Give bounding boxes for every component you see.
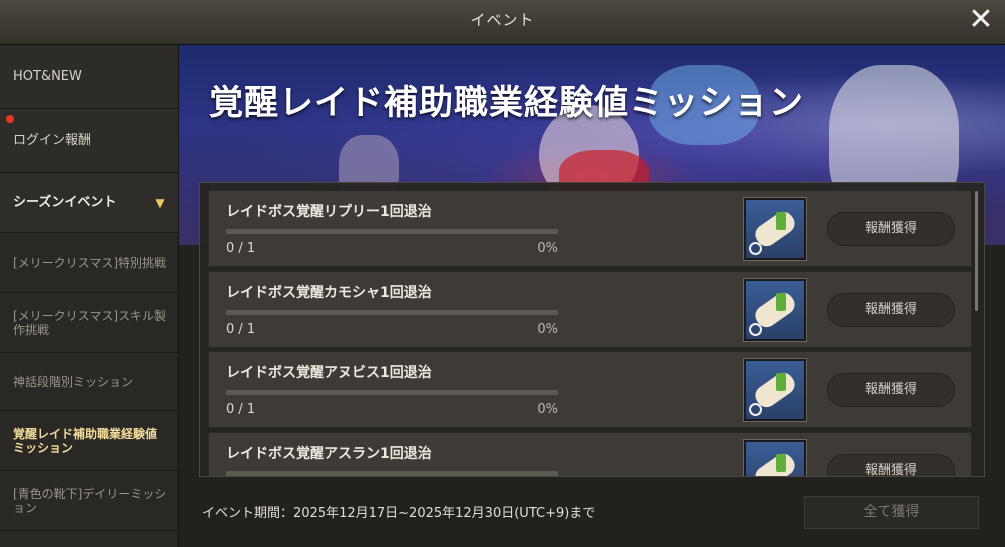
sidebar-item-awakening-raid[interactable]: 覚醒レイド補助職業経験値ミッション [0,411,178,471]
mission-row: レイドボス覚醒リプリー1回退治 0 / 1 0% 報酬獲得 [208,190,972,267]
sidebar-item-login-reward[interactable]: ログイン報酬 [0,109,178,173]
mission-progress-count: 0 / 1 [226,402,256,417]
window-title: イベント [470,11,535,29]
claim-reward-button[interactable]: 報酬獲得 [827,373,955,407]
sidebar-item-xmas-challenge[interactable]: [メリークリスマス]特別挑戦 [0,233,178,293]
sidebar: HOT&NEW ログイン報酬 シーズンイベント ▼ [メリークリスマス]特別挑戦… [0,45,179,547]
scroll-icon[interactable] [743,197,807,261]
close-button[interactable]: ✕ [963,2,999,38]
mission-list-scrollbar[interactable] [975,191,978,311]
sidebar-item-label: [青色の靴下]デイリーミッション [13,486,167,515]
sidebar-item-blue-sock-daily[interactable]: [青色の靴下]デイリーミッション [0,471,178,531]
sidebar-item-hot-new[interactable]: HOT&NEW [0,45,178,109]
mission-title: レイドボス覚醒アヌビス1回退治 [226,365,432,381]
mission-progress-percent: 0% [537,402,558,417]
close-icon: ✕ [968,2,994,37]
clock-icon [749,242,762,255]
event-period: イベント期間：2025年12月17日~2025年12月30日(UTC+9)まで [202,506,596,521]
window-title-bar: イベント ✕ [0,0,1005,45]
mission-list[interactable]: レイドボス覚醒リプリー1回退治 0 / 1 0% 報酬獲得 レイドボス覚醒カモシ… [199,182,985,477]
new-badge-dot [6,115,14,123]
mission-title: レイドボス覚醒リプリー1回退治 [226,204,432,220]
sidebar-item-label: [メリークリスマス]スキル製作挑戦 [13,308,167,337]
claim-reward-button[interactable]: 報酬獲得 [827,293,955,327]
sidebar-item-season-event[interactable]: シーズンイベント ▼ [0,173,178,233]
mission-progress-percent: 0% [537,241,558,256]
sidebar-item-label: 覚醒レイド補助職業経験値ミッション [13,426,158,455]
mission-row: レイドボス覚醒アスラン1回退治 報酬獲得 [208,432,972,476]
claim-reward-button[interactable]: 報酬獲得 [827,212,955,246]
sidebar-item-xmas-skill-challenge[interactable]: [メリークリスマス]スキル製作挑戦 [0,293,178,353]
sidebar-item-label: [メリークリスマス]特別挑戦 [13,255,167,270]
sidebar-item-myth-missions[interactable]: 神話段階別ミッション [0,353,178,411]
mission-title: レイドボス覚醒アスラン1回退治 [226,446,432,462]
mission-progress-count: 0 / 1 [226,322,256,337]
mission-progress-bar [226,471,558,476]
scroll-icon[interactable] [743,439,807,476]
chevron-down-icon: ▼ [155,195,165,210]
mission-row: レイドボス覚醒アヌビス1回退治 0 / 1 0% 報酬獲得 [208,351,972,428]
mission-progress-bar [226,310,558,315]
mission-progress-bar [226,229,558,234]
sidebar-item-label: ログイン報酬 [13,132,92,148]
claim-reward-button[interactable]: 報酬獲得 [827,454,955,476]
sidebar-item-label: シーズンイベント [13,194,117,210]
mission-progress-percent: 0% [537,322,558,337]
claim-all-button[interactable]: 全て獲得 [804,496,979,529]
sidebar-item-label: 神話段階別ミッション [13,374,134,389]
banner-title: 覚醒レイド補助職業経験値ミッション [209,83,804,123]
mission-progress-bar [226,390,558,395]
mission-progress-count: 0 / 1 [226,241,256,256]
scroll-icon[interactable] [743,358,807,422]
scroll-icon[interactable] [743,278,807,342]
sidebar-item-label: HOT&NEW [13,68,82,84]
clock-icon [749,403,762,416]
mission-row: レイドボス覚醒カモシャ1回退治 0 / 1 0% 報酬獲得 [208,271,972,348]
mission-title: レイドボス覚醒カモシャ1回退治 [226,285,432,301]
clock-icon [749,323,762,336]
